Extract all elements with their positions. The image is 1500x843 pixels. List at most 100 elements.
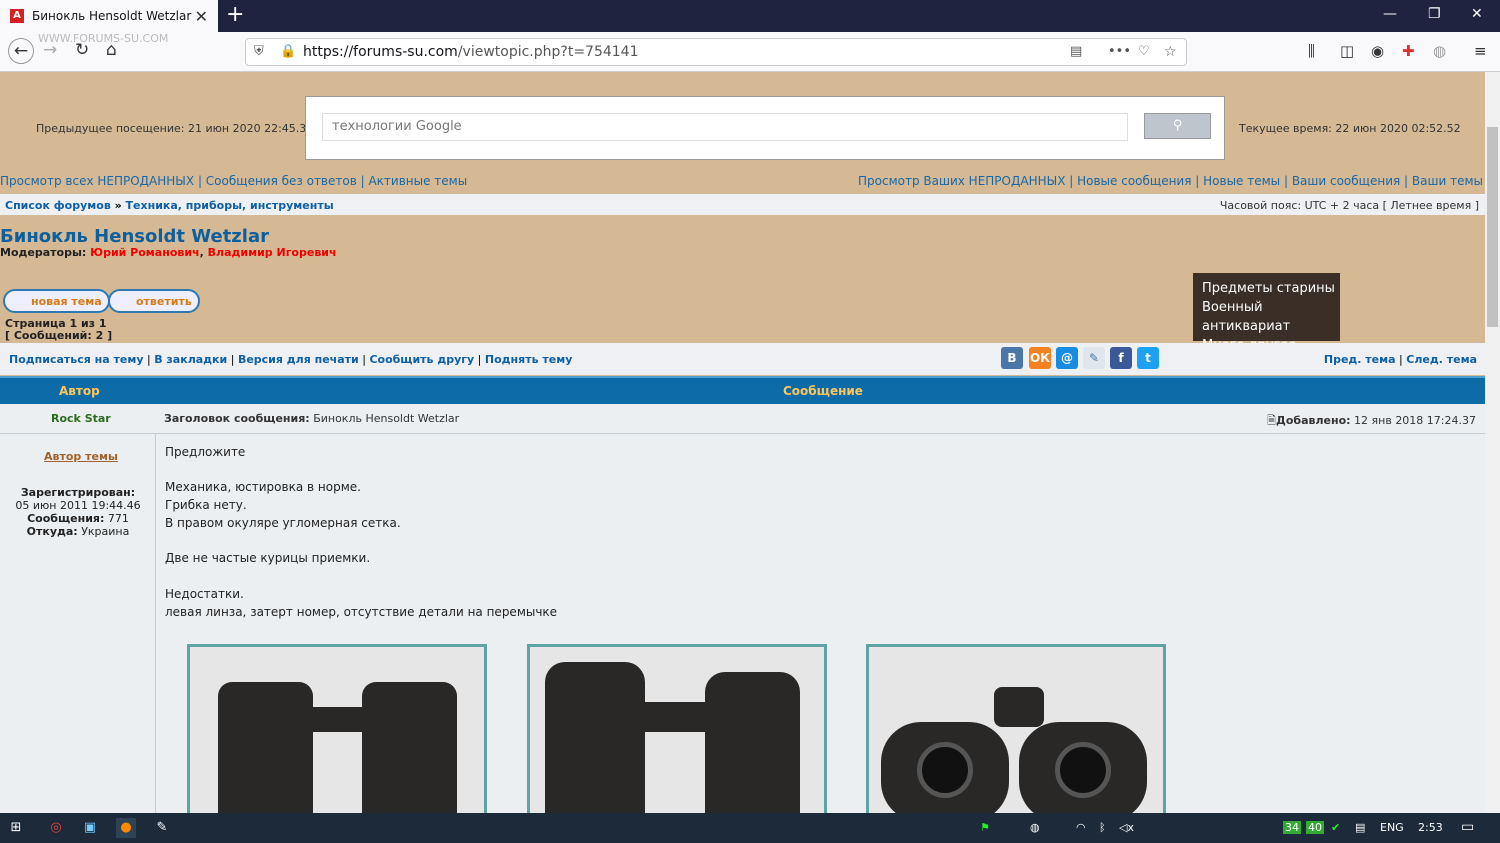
shield-icon[interactable]: ⛨ (254, 39, 264, 65)
posts-label: Сообщения: (27, 512, 105, 525)
breadcrumb-category[interactable]: Техника, приборы, инструменты (126, 199, 334, 212)
link-unanswered[interactable]: Сообщения без ответов (206, 174, 357, 188)
binocular-photo-3[interactable] (866, 644, 1166, 813)
nav-bar: ← WWW.FORUMS-SU.COM → ↻ ⌂ ⛨ 🔒 https://fo… (0, 32, 1500, 72)
prev-topic-link[interactable]: Пред. тема (1324, 353, 1396, 366)
author-profile: Автор темы Зарегистрирован: 05 июн 2011 … (0, 434, 156, 813)
notifications-icon[interactable]: ▭ (1461, 819, 1474, 835)
reply-label: ответить (136, 295, 192, 308)
tell-friend-link[interactable]: Сообщить другу (369, 353, 474, 366)
search-button[interactable]: ⚲ (1144, 113, 1211, 139)
flag-icon[interactable]: ⚑ (980, 821, 990, 834)
bump-link[interactable]: Поднять тему (485, 353, 572, 366)
scrollbar-thumb[interactable] (1487, 127, 1498, 327)
back-icon[interactable]: ← (8, 38, 34, 64)
us-flag-icon: ▤ (1355, 821, 1366, 834)
binocular-photo-1[interactable] (187, 644, 487, 813)
library-icon[interactable]: ⫼ (1308, 42, 1315, 60)
tray-num-2[interactable]: 40 (1306, 821, 1324, 834)
more-icon[interactable]: ••• (1108, 39, 1131, 65)
bookmark-star-icon[interactable]: ☆ (1164, 39, 1177, 65)
search-input[interactable]: технологии Google (322, 113, 1128, 141)
check-icon[interactable]: ✔ (1331, 821, 1340, 834)
reply-button[interactable]: ответить (108, 289, 200, 313)
msg-line: левая линза, затерт номер, отсутствие де… (165, 605, 558, 619)
clock[interactable]: 2:53 (1418, 821, 1443, 834)
url-bar[interactable]: ⛨ 🔒 https://forums-su.com/viewtopic.php?… (245, 38, 1187, 66)
timezone: Часовой пояс: UTC + 2 часа [ Летнее врем… (1219, 199, 1479, 212)
msg-line: Предложите (165, 445, 246, 459)
added-date: 12 янв 2018 17:24.37 (1354, 414, 1476, 427)
mod-1[interactable]: Юрий Романович (90, 246, 199, 259)
vk-icon[interactable]: В (1001, 347, 1023, 369)
tray-globe-icon[interactable]: ◍ (1030, 821, 1040, 834)
reader-icon[interactable]: ▤ (1070, 39, 1082, 65)
author-role[interactable]: Автор темы (44, 450, 118, 463)
link-new-posts[interactable]: Новые сообщения (1077, 174, 1191, 188)
link-active[interactable]: Активные темы (368, 174, 467, 188)
facebook-icon[interactable]: f (1110, 347, 1132, 369)
binocular-photo-2[interactable] (527, 644, 827, 813)
globe-icon[interactable]: ◍ (1433, 42, 1446, 60)
windows-start-icon[interactable]: ⊞ (6, 818, 26, 838)
post-count: [ Сообщений: 2 ] (5, 329, 113, 342)
mailru-icon[interactable]: @ (1056, 347, 1078, 369)
new-tab-icon[interactable]: + (226, 2, 244, 27)
reg-label: Зарегистрирован: (20, 486, 136, 499)
next-topic-link[interactable]: След. тема (1406, 353, 1477, 366)
home-icon[interactable]: ⌂ (106, 40, 117, 60)
twitter-icon[interactable]: t (1137, 347, 1159, 369)
save-icon[interactable]: ▣ (80, 818, 100, 838)
link-your-topics[interactable]: Ваши темы (1412, 174, 1483, 188)
chrome-icon[interactable]: ◎ (46, 818, 66, 838)
forward-icon[interactable]: → (43, 40, 57, 60)
bluetooth-icon[interactable]: ᛒ (1099, 821, 1106, 834)
post-author[interactable]: Rock Star (51, 412, 111, 425)
subject-label: Заголовок сообщения: (164, 412, 310, 425)
link-your-unsold[interactable]: Просмотр Ваших НЕПРОДАННЫХ (858, 174, 1065, 188)
sidebar-icon[interactable]: ◫ (1340, 42, 1354, 60)
language-indicator[interactable]: ENG (1380, 821, 1404, 834)
tab-active[interactable]: A Бинокль Hensoldt Wetzlar ✕ (0, 0, 218, 32)
link-your-posts[interactable]: Ваши сообщения (1292, 174, 1400, 188)
ad-line-1: Предметы старины (1202, 281, 1335, 296)
subscribe-link[interactable]: Подписаться на тему (9, 353, 144, 366)
tray-num-1[interactable]: 34 (1283, 821, 1301, 834)
volume-icon[interactable]: ◁x (1119, 821, 1134, 834)
msg-line: Недостатки. (165, 587, 244, 601)
post-icon[interactable]: 🗎 (1267, 414, 1276, 427)
moderators: Модераторы: Юрий Романович, Владимир Иго… (0, 246, 337, 259)
print-link[interactable]: Версия для печати (238, 353, 359, 366)
wifi-icon[interactable]: ◠ (1076, 821, 1086, 834)
minimize-icon[interactable]: — (1383, 6, 1397, 22)
firefox-icon[interactable]: ● (116, 818, 136, 838)
ok-icon[interactable]: ОК (1029, 347, 1051, 369)
pocket-icon[interactable]: ♡ (1138, 39, 1150, 65)
reload-icon[interactable]: ↻ (75, 40, 89, 60)
notepad-icon[interactable]: ✎ (152, 818, 172, 838)
breadcrumb-forums[interactable]: Список форумов (5, 199, 111, 212)
close-tab-icon[interactable]: ✕ (195, 7, 208, 26)
menu-icon[interactable]: ≡ (1474, 42, 1487, 60)
from-label: Откуда: (26, 525, 78, 538)
google-search-box: технологии Google ⚲ (305, 96, 1225, 160)
ad-banner[interactable]: Предметы старины Военный антиквариат Мно… (1193, 273, 1340, 353)
account-icon[interactable]: ◉ (1371, 42, 1384, 60)
col-author: Автор (59, 384, 100, 398)
page-title[interactable]: Бинокль Hensoldt Wetzlar (0, 226, 269, 247)
restore-icon[interactable]: ❐ (1428, 6, 1441, 22)
extension-icon[interactable]: ✚ (1402, 42, 1415, 60)
link-new-topics[interactable]: Новые темы (1203, 174, 1280, 188)
taskbar: ⊞ ◎ ▣ ● ✎ ⚑ ◍ ◠ ᛒ ◁x 34 40 ✔ ▤ ENG 2:53 … (0, 813, 1500, 843)
mod-2[interactable]: Владимир Игоревич (208, 246, 337, 259)
livejournal-icon[interactable]: ✎ (1083, 347, 1105, 369)
lock-icon[interactable]: 🔒 (280, 39, 296, 65)
top-links-left: Просмотр всех НЕПРОДАННЫХ | Сообщения бе… (0, 174, 468, 188)
search-icon: ⚲ (1172, 118, 1183, 133)
link-all-unsold[interactable]: Просмотр всех НЕПРОДАННЫХ (0, 174, 194, 188)
close-window-icon[interactable]: ✕ (1471, 6, 1483, 22)
bookmark-link[interactable]: В закладки (154, 353, 227, 366)
new-topic-button[interactable]: новая тема (3, 289, 110, 313)
page-scrollbar[interactable] (1485, 72, 1500, 813)
subject-text: Бинокль Hensoldt Wetzlar (313, 412, 460, 425)
